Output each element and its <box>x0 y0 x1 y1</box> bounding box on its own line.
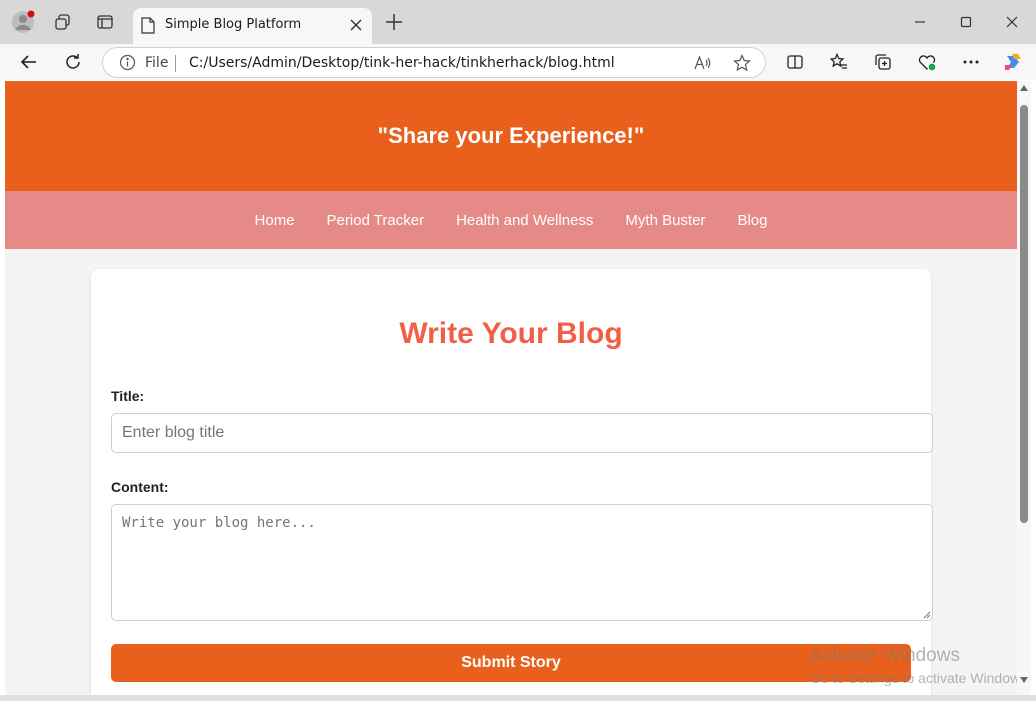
minimize-icon[interactable] <box>910 12 930 32</box>
browser-toolbar: File C:/Users/Admin/Desktop/tink-her-hac… <box>0 44 1036 80</box>
address-url[interactable]: C:/Users/Admin/Desktop/tink-her-hack/tin… <box>189 55 615 71</box>
address-bar[interactable]: File C:/Users/Admin/Desktop/tink-her-hac… <box>102 47 766 78</box>
split-screen-icon[interactable] <box>785 52 805 72</box>
address-separator <box>175 55 176 72</box>
nav-health-and-wellness[interactable]: Health and Wellness <box>456 212 593 229</box>
copilot-icon[interactable] <box>1003 52 1023 72</box>
favorite-star-icon[interactable] <box>733 54 751 72</box>
browser-titlebar: Simple Blog Platform <box>0 0 1036 44</box>
resize-grip-icon[interactable] <box>923 611 931 619</box>
profile-avatar-icon[interactable] <box>11 10 35 34</box>
blog-form-card: Write Your Blog Title: Content: Submit S… <box>91 269 933 695</box>
submit-story-button[interactable]: Submit Story <box>111 644 911 682</box>
title-label: Title: <box>111 388 145 404</box>
blog-content-textarea[interactable] <box>111 504 933 621</box>
browser-tab[interactable]: Simple Blog Platform <box>133 8 372 44</box>
blog-title-input[interactable] <box>111 413 933 453</box>
scroll-down-arrow-icon[interactable] <box>1020 677 1028 683</box>
site-info-icon[interactable] <box>119 54 136 71</box>
tab-title: Simple Blog Platform <box>165 17 302 32</box>
nav-myth-buster[interactable]: Myth Buster <box>625 212 705 229</box>
content-label: Content: <box>111 479 169 495</box>
close-window-icon[interactable] <box>1002 12 1022 32</box>
nav-home[interactable]: Home <box>255 212 295 229</box>
tab-actions-icon[interactable] <box>93 10 117 34</box>
new-tab-icon[interactable] <box>384 12 404 32</box>
page-scrollbar[interactable] <box>1017 81 1031 695</box>
activate-windows-subtitle: Go to Settings to activate Windows. <box>810 670 1031 686</box>
activate-windows-title: Activate Windows <box>810 645 960 666</box>
page-header: "Share your Experience!" <box>5 81 1017 191</box>
maximize-icon[interactable] <box>956 12 976 32</box>
main-nav: Home Period Tracker Health and Wellness … <box>5 191 1017 249</box>
refresh-icon[interactable] <box>63 52 83 72</box>
page-viewport: "Share your Experience!" Home Period Tra… <box>5 81 1017 695</box>
window-bottom-edge <box>0 695 1036 701</box>
page-favicon-icon <box>141 17 155 34</box>
workspaces-icon[interactable] <box>51 10 75 34</box>
address-scheme: File <box>145 55 169 71</box>
header-title: "Share your Experience!" <box>377 123 645 148</box>
scrollbar-thumb[interactable] <box>1020 105 1028 523</box>
read-aloud-icon[interactable] <box>693 54 711 72</box>
nav-period-tracker[interactable]: Period Tracker <box>327 212 425 229</box>
scroll-up-arrow-icon[interactable] <box>1020 85 1028 91</box>
back-icon[interactable] <box>19 52 39 72</box>
nav-blog[interactable]: Blog <box>737 212 767 229</box>
browser-essentials-icon[interactable] <box>917 52 937 72</box>
form-heading: Write Your Blog <box>399 317 623 350</box>
more-menu-icon[interactable] <box>961 52 981 72</box>
collections-icon[interactable] <box>873 52 893 72</box>
close-tab-icon[interactable] <box>348 17 364 33</box>
favorites-icon[interactable] <box>829 52 849 72</box>
